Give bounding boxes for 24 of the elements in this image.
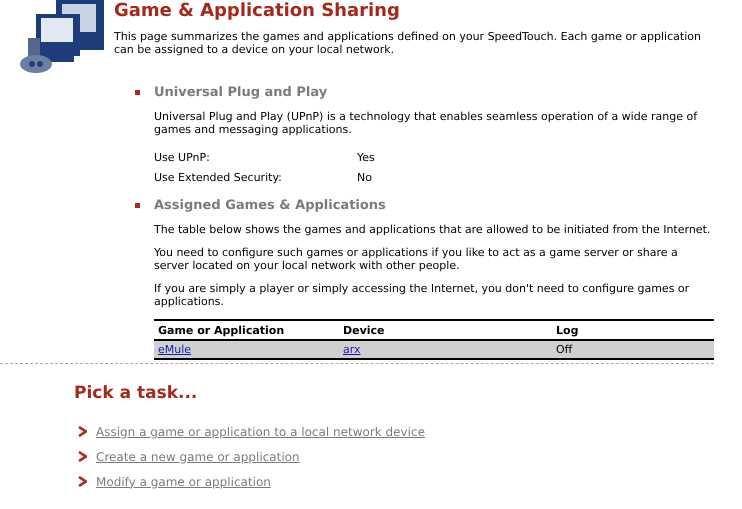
bullet-icon xyxy=(135,202,140,208)
chevron-icon xyxy=(78,451,87,462)
section-text: If you are simply a player or simply accessing the Internet, you don't need to configure games or applications. xyxy=(154,282,690,308)
chevron-icon xyxy=(78,476,87,487)
setting-value: No xyxy=(357,170,372,184)
table-cell: Off xyxy=(552,340,714,359)
setting-value: Yes xyxy=(357,150,375,164)
task-link[interactable]: Modify a game or application xyxy=(96,474,271,488)
tasks-heading: Pick a task... xyxy=(74,383,198,403)
task-link[interactable]: Assign a game or application to a local network device xyxy=(96,424,425,438)
intro-text: This page summarizes the games and applications defined on your SpeedTouch. Each game or application can be assigned to a device on your local network. xyxy=(114,30,702,56)
section-text: Universal Plug and Play (UPnP) is a technology that enables seamless operation of a wide range of games and messaging applications. xyxy=(154,110,698,136)
bullet-icon xyxy=(135,90,140,94)
setting-label: Use UPnP: xyxy=(154,150,211,164)
section-text: You need to configure such games or applications if you like to act as a game server or share a server located on your local network with other people. xyxy=(154,246,679,272)
task-link[interactable]: Create a new game or application xyxy=(96,450,300,464)
game-link[interactable]: eMule xyxy=(158,343,192,356)
section-heading: Universal Plug and Play xyxy=(154,84,328,100)
setting-label: Use Extended Security: xyxy=(154,170,283,184)
chevron-icon xyxy=(78,426,87,437)
device-link[interactable]: arx xyxy=(343,343,360,356)
section-heading: Assigned Games & Applications xyxy=(154,198,386,212)
page-title: Game & Application Sharing xyxy=(114,0,401,22)
section-text: The table below shows the games and applications that are allowed to be initiated from the Internet. xyxy=(154,223,712,236)
